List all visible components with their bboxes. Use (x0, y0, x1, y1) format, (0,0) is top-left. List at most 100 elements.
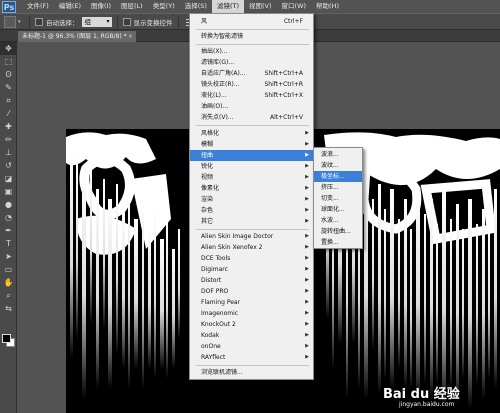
close-icon[interactable]: × (128, 31, 133, 42)
swap-colors-icon[interactable]: ⇆ (0, 302, 17, 315)
type-tool-icon[interactable]: T (0, 237, 17, 250)
menu-item-label: RAYflect (201, 354, 226, 361)
show-transform-label: 显示变换控件 (133, 18, 173, 27)
marquee-tool-icon[interactable]: ⬚ (0, 55, 17, 68)
blur-tool-icon[interactable]: ● (0, 198, 17, 211)
filter-menu-item-vanishing-point[interactable]: 消失点(V)... Alt+Ctrl+V (190, 112, 313, 123)
menu-item-label: DCE Tools (201, 255, 231, 262)
document-tab[interactable]: 未标题-1 @ 96.3% (图层 1, RGB/8) * × (18, 31, 136, 42)
submenu-arrow-icon: ▶ (305, 321, 309, 327)
filter-menu-item-filter-gallery[interactable]: 滤镜库(G)... (190, 57, 313, 68)
filter-menu-item-pixelate[interactable]: 像素化 ▶ (190, 183, 313, 194)
eyedropper-tool-icon[interactable]: ⁄ (0, 107, 17, 120)
filter-menu-item-plugin[interactable]: Distort ▶ (190, 275, 313, 286)
menu-layer[interactable]: 图层(L) (116, 0, 148, 13)
filter-menu-item-plugin[interactable]: Imagenomic ▶ (190, 308, 313, 319)
menu-item-label: KnockOut 2 (201, 321, 236, 328)
filter-menu-item-plugin[interactable]: DCE Tools ▶ (190, 253, 313, 264)
lasso-tool-icon[interactable]: ʘ (0, 68, 17, 81)
menu-item-label: 油画(O)... (201, 103, 229, 110)
filter-menu-item-plugin[interactable]: Flaming Pear ▶ (190, 297, 313, 308)
menu-item-label: 像素化 (201, 185, 220, 192)
filter-menu-item-stylize[interactable]: 风格化 ▶ (190, 128, 313, 139)
document-tab-title: 未标题-1 @ 96.3% (图层 1, RGB/8) * (22, 33, 127, 40)
crop-tool-icon[interactable]: ⌗ (0, 94, 17, 107)
menu-item-label: Alien Skin Image Doctor (201, 233, 274, 240)
menu-image[interactable]: 图像(I) (86, 0, 116, 13)
filter-menu-item-plugin[interactable]: Alien Skin Image Doctor ▶ (190, 231, 313, 242)
chevron-down-icon[interactable]: ▾ (18, 19, 24, 25)
submenu-item-pinch[interactable]: 挤压... (314, 182, 362, 193)
filter-menu-item-other[interactable]: 其它 ▶ (190, 216, 313, 227)
menu-window[interactable]: 窗口(W) (277, 0, 312, 13)
submenu-arrow-icon: ▶ (305, 233, 309, 239)
menu-separator (196, 29, 309, 30)
submenu-item-shear[interactable]: 切变... (314, 193, 362, 204)
menu-item-label: 杂色 (201, 207, 214, 214)
move-tool-icon[interactable]: ✥ (0, 42, 17, 55)
filter-menu-item-plugin[interactable]: onOne ▶ (190, 341, 313, 352)
filter-menu-item-adaptive-wide-angle[interactable]: 自适应广角(A)... Shift+Ctrl+A (190, 68, 313, 79)
submenu-item-spherize[interactable]: 球面化... (314, 204, 362, 215)
menu-item-label: Imagenomic (201, 310, 239, 317)
filter-menu-item-extract[interactable]: 抽出(X)... (190, 46, 313, 57)
menu-select[interactable]: 选择(S) (180, 0, 212, 13)
filter-menu-item-plugin[interactable]: DOF PRO ▶ (190, 286, 313, 297)
menu-item-label: 消失点(V)... (201, 114, 234, 121)
filter-menu-item-plugin[interactable]: Alien Skin Xenofex 2 ▶ (190, 242, 313, 253)
filter-menu-item-liquify[interactable]: 液化(L)... Shift+Ctrl+X (190, 90, 313, 101)
pen-tool-icon[interactable]: ✒ (0, 224, 17, 237)
submenu-item-twirl[interactable]: 旋转扭曲... (314, 226, 362, 237)
move-tool-preset-icon[interactable] (4, 15, 16, 28)
submenu-arrow-icon: ▶ (305, 244, 309, 250)
zoom-tool-icon[interactable]: ⌕ (0, 289, 17, 302)
eraser-tool-icon[interactable]: ◪ (0, 172, 17, 185)
menu-file[interactable]: 文件(F) (22, 0, 54, 13)
menu-filter[interactable]: 滤镜(T) (211, 0, 244, 13)
submenu-item-polar-coordinates[interactable]: 极坐标... (314, 171, 362, 182)
menu-item-label: Alien Skin Xenofex 2 (201, 244, 263, 251)
filter-menu-item-plugin[interactable]: KnockOut 2 ▶ (190, 319, 313, 330)
filter-menu-item-video[interactable]: 视频 ▶ (190, 172, 313, 183)
dodge-tool-icon[interactable]: ◔ (0, 211, 17, 224)
shape-tool-icon[interactable]: ▭ (0, 263, 17, 276)
filter-menu-item-plugin[interactable]: Kodak ▶ (190, 330, 313, 341)
filter-menu-item-distort[interactable]: 扭曲 ▶ (190, 150, 313, 161)
foreground-color-swatch[interactable] (2, 334, 11, 343)
menu-type[interactable]: 类型(Y) (148, 0, 180, 13)
filter-menu-item-smart-filter[interactable]: 转换为智能滤镜 (190, 31, 313, 42)
filter-menu-item-noise[interactable]: 杂色 ▶ (190, 205, 313, 216)
filter-menu-item-blur[interactable]: 模糊 ▶ (190, 139, 313, 150)
filter-menu-item-last-filter[interactable]: 风 Ctrl+F (190, 16, 313, 27)
menu-help[interactable]: 帮助(H) (311, 0, 344, 13)
filter-menu-item-lens-correction[interactable]: 镜头校正(R)... Shift+Ctrl+R (190, 79, 313, 90)
auto-select-dropdown[interactable]: 组 (81, 16, 112, 27)
brush-tool-icon[interactable]: ✏ (0, 133, 17, 146)
submenu-item-displace[interactable]: 置换... (314, 237, 362, 248)
show-transform-checkbox[interactable] (122, 17, 131, 26)
clone-stamp-icon[interactable]: ⊥ (0, 146, 17, 159)
gradient-tool-icon[interactable]: ▣ (0, 185, 17, 198)
history-brush-icon[interactable]: ↺ (0, 159, 17, 172)
filter-menu-item-sharpen[interactable]: 锐化 ▶ (190, 161, 313, 172)
submenu-item-wave[interactable]: 波浪... (314, 149, 362, 160)
healing-brush-icon[interactable]: ✚ (0, 120, 17, 133)
submenu-item-zigzag[interactable]: 水波... (314, 215, 362, 226)
filter-menu-item-plugin[interactable]: Digimarc ▶ (190, 264, 313, 275)
filter-menu-item-browse-online[interactable]: 浏览联机滤镜... (190, 367, 313, 378)
menu-item-label: 液化(L)... (201, 92, 227, 99)
filter-menu-item-plugin[interactable]: RAYflect ▶ (190, 352, 313, 363)
submenu-arrow-icon: ▶ (305, 299, 309, 305)
filter-menu-item-render[interactable]: 渲染 ▶ (190, 194, 313, 205)
path-select-tool-icon[interactable]: ➤ (0, 250, 17, 263)
menu-item-label: Flaming Pear (201, 299, 241, 306)
auto-select-checkbox[interactable] (35, 17, 43, 26)
menu-edit[interactable]: 编辑(E) (54, 0, 86, 13)
menu-view[interactable]: 视图(V) (244, 0, 277, 13)
submenu-arrow-icon: ▶ (305, 130, 309, 136)
menu-item-label: 自适应广角(A)... (201, 70, 246, 77)
submenu-item-ripple[interactable]: 波纹... (314, 160, 362, 171)
hand-tool-icon[interactable]: ✋ (0, 276, 17, 289)
filter-menu-item-oil-paint[interactable]: 油画(O)... (190, 101, 313, 112)
quick-select-tool-icon[interactable]: ✎ (0, 81, 17, 94)
